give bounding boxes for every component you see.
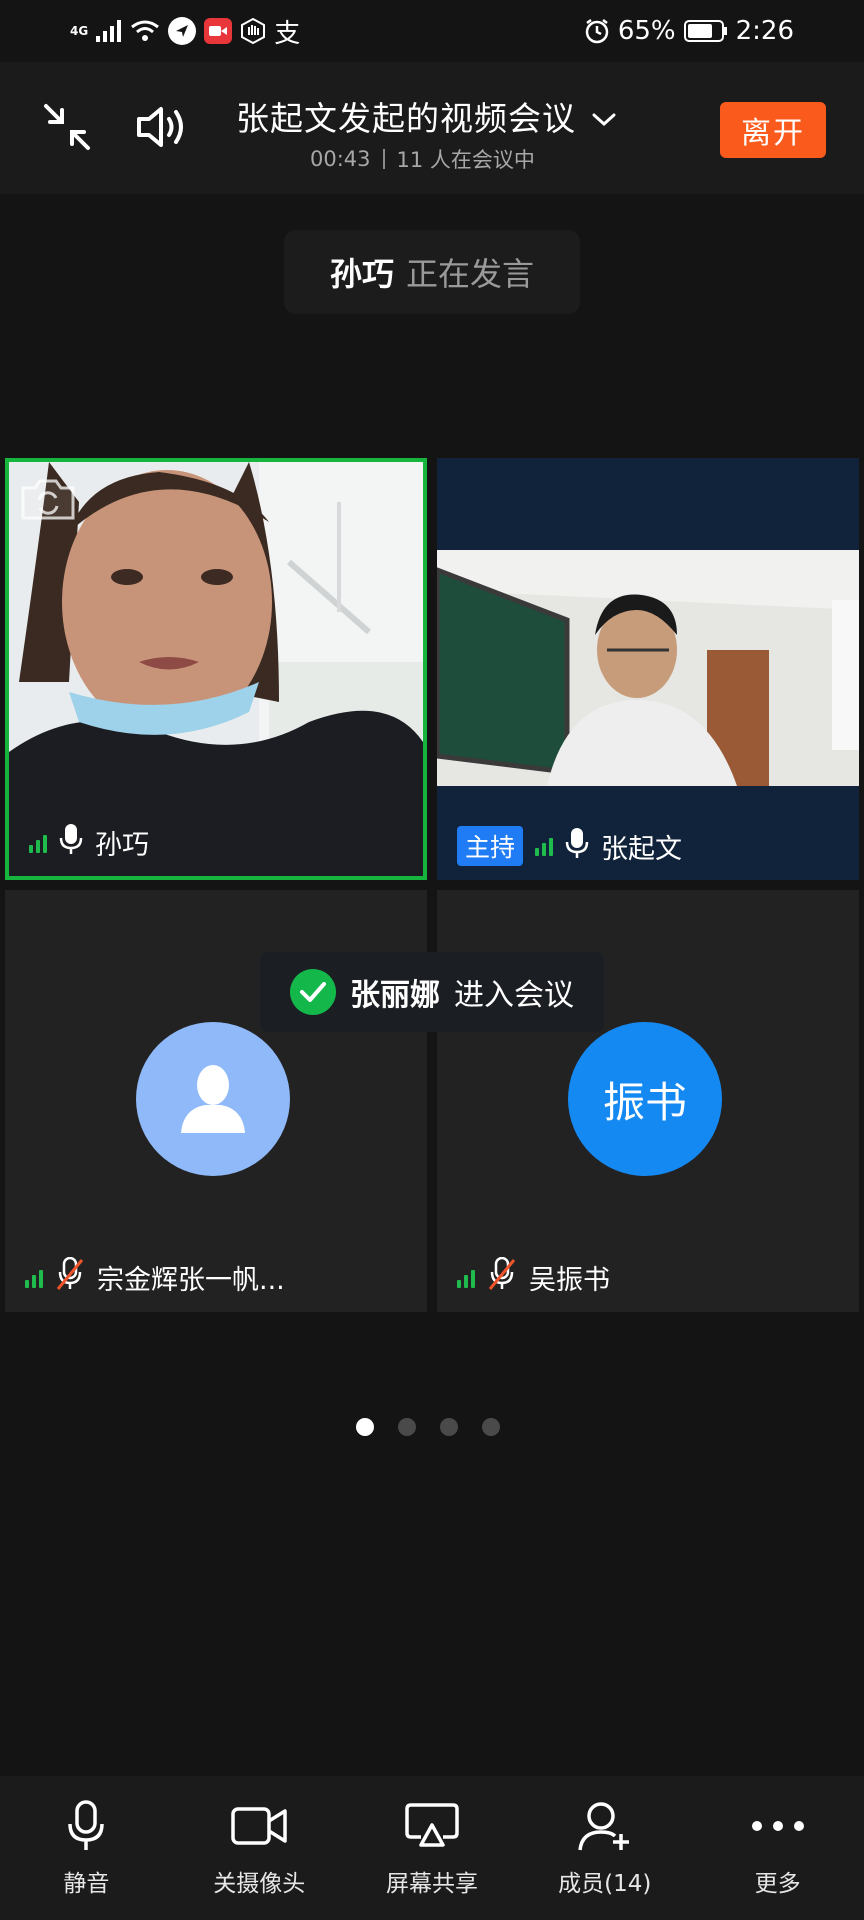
meeting-subtitle: 00:43 11 人在会议中 xyxy=(310,144,535,174)
page-dot-4[interactable] xyxy=(482,1418,500,1436)
network-4g-icon: 4G xyxy=(70,25,88,37)
person-icon xyxy=(175,1059,251,1139)
status-bar: 4G 支 65% 2:26 xyxy=(0,0,864,62)
page-indicator xyxy=(356,1418,500,1436)
page-dot-2[interactable] xyxy=(398,1418,416,1436)
clock-time: 2:26 xyxy=(735,16,794,46)
speaker-status: 正在发言 xyxy=(406,255,535,293)
participant-name: 孙巧 xyxy=(95,830,149,861)
camera-off-button[interactable]: 关摄像头 xyxy=(179,1800,339,1898)
video-tile-sunqiao[interactable]: 孙巧 xyxy=(5,458,427,880)
speaker-volume-icon xyxy=(135,104,189,154)
mute-label: 静音 xyxy=(63,1871,110,1897)
more-label: 更多 xyxy=(754,1871,801,1897)
more-dots-icon xyxy=(751,1800,805,1852)
video-camera-icon xyxy=(231,1800,287,1852)
microphone-icon xyxy=(66,1800,106,1852)
participant-count: 11 人在会议中 xyxy=(396,148,535,172)
bottom-toolbar: 静音 关摄像头 屏幕共享 成员(14) 更多 xyxy=(0,1776,864,1920)
signal-strength-icon xyxy=(535,836,554,856)
host-badge: 主持 xyxy=(457,826,524,866)
network-type-text: 4G xyxy=(70,24,89,38)
status-bar-left: 4G 支 xyxy=(70,13,300,50)
leave-button[interactable]: 离开 xyxy=(720,102,826,158)
toast-name: 张丽娜 xyxy=(350,978,440,1013)
join-notification-toast: 张丽娜 进入会议 xyxy=(260,952,604,1032)
members-button[interactable]: 成员(14) xyxy=(525,1800,685,1898)
signal-strength-icon xyxy=(29,833,47,853)
switch-camera-icon[interactable] xyxy=(19,476,77,526)
chevron-down-icon xyxy=(592,97,616,136)
alarm-icon xyxy=(584,18,610,44)
microphone-muted-icon xyxy=(487,1256,517,1298)
signal-strength-icon xyxy=(457,1268,475,1288)
signal-strength-icon xyxy=(25,1268,43,1288)
location-arrow-icon xyxy=(168,17,197,45)
members-label: 成员(14) xyxy=(558,1871,652,1897)
screen-share-icon xyxy=(405,1800,459,1852)
video-recording-icon xyxy=(204,18,233,44)
meeting-title-dropdown[interactable]: 张起文发起的视频会议 xyxy=(236,92,616,140)
video-tile-zhangqiwen[interactable]: 主持 张起文 xyxy=(437,458,859,880)
microphone-icon xyxy=(565,827,589,866)
meeting-duration: 00:43 xyxy=(310,147,371,171)
battery-icon xyxy=(683,20,728,42)
video-feed-zhangqiwen xyxy=(437,550,859,786)
alipay-icon: 支 xyxy=(274,18,301,49)
speaker-button[interactable] xyxy=(134,102,190,156)
avatar xyxy=(136,1022,290,1176)
avatar: 振书 xyxy=(568,1022,722,1176)
page-dot-1[interactable] xyxy=(356,1418,374,1436)
divider xyxy=(382,149,385,169)
status-bar-right: 65% 2:26 xyxy=(584,16,794,46)
wifi-icon xyxy=(130,19,160,43)
tile-label-zhangqiwen: 主持 张起文 xyxy=(457,826,682,866)
check-icon xyxy=(290,969,336,1015)
tile-label-wuzhenshu: 吴振书 xyxy=(457,1256,610,1298)
add-member-icon xyxy=(577,1800,633,1852)
microphone-muted-icon xyxy=(55,1256,85,1298)
camera-off-label: 关摄像头 xyxy=(213,1871,306,1897)
mute-button[interactable]: 静音 xyxy=(6,1800,166,1898)
speaker-name: 孙巧 xyxy=(329,255,394,293)
tile-label-sunqiao: 孙巧 xyxy=(29,823,149,862)
participant-name: 吴振书 xyxy=(529,1265,610,1296)
meeting-header: 张起文发起的视频会议 00:43 11 人在会议中 离开 xyxy=(0,62,864,194)
screen-share-label: 屏幕共享 xyxy=(385,1871,478,1897)
toast-message: 进入会议 xyxy=(454,978,574,1013)
participant-name: 宗金辉张一帆... xyxy=(97,1265,285,1296)
current-speaker-banner: 孙巧 正在发言 xyxy=(284,230,580,314)
participant-name: 张起文 xyxy=(601,833,683,865)
page-dot-3[interactable] xyxy=(440,1418,458,1436)
screen-share-button[interactable]: 屏幕共享 xyxy=(352,1800,512,1898)
hand-gesture-icon xyxy=(240,18,266,44)
more-button[interactable]: 更多 xyxy=(698,1800,858,1898)
minimize-window-button[interactable] xyxy=(40,102,94,156)
meeting-title: 张起文发起的视频会议 xyxy=(236,99,576,138)
battery-percent: 65% xyxy=(617,16,676,46)
shrink-arrows-icon xyxy=(42,102,92,156)
microphone-icon xyxy=(59,823,83,862)
tile-label-zongjinhui: 宗金辉张一帆... xyxy=(25,1256,285,1298)
signal-icon xyxy=(96,20,122,42)
